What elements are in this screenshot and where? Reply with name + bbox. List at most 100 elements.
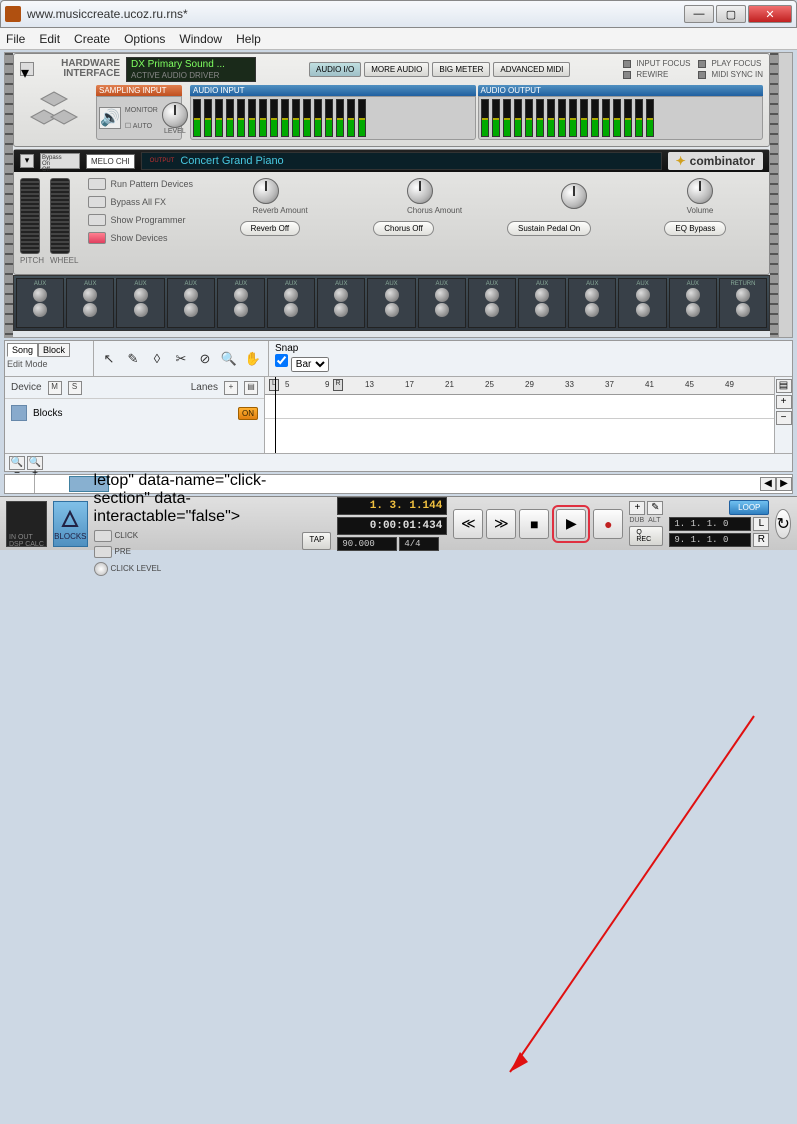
new-overdub-button[interactable]: +: [629, 501, 645, 515]
inspector-toggle[interactable]: ▤: [776, 379, 792, 393]
track-lane[interactable]: [265, 395, 774, 419]
monitor-speaker-icon[interactable]: 🔊: [99, 107, 121, 129]
add-lane-button[interactable]: +: [224, 381, 238, 395]
fold-toggle[interactable]: ▾: [20, 62, 34, 76]
goto-loop-l[interactable]: L: [753, 517, 769, 531]
play-button[interactable]: ▶: [556, 509, 586, 539]
eraser-tool[interactable]: ◊: [148, 350, 166, 368]
menu-options[interactable]: Options: [124, 32, 165, 46]
mixer-channel[interactable]: AUX: [217, 278, 265, 328]
run-pattern-button[interactable]: [88, 178, 106, 190]
snap-checkbox[interactable]: [275, 354, 288, 367]
rewind-button[interactable]: ≪: [453, 509, 483, 539]
reset-automation-button[interactable]: ↻: [775, 509, 791, 539]
mixer-channel[interactable]: AUX: [418, 278, 466, 328]
solo-all-button[interactable]: S: [68, 381, 82, 395]
mixer-channel[interactable]: AUX: [267, 278, 315, 328]
pencil-tool[interactable]: ✎: [124, 350, 142, 368]
tap-tempo-button[interactable]: TAP: [302, 532, 331, 550]
blocks-mode-button[interactable]: BLOCKS: [53, 501, 87, 547]
block-tab[interactable]: Block: [38, 343, 70, 357]
mixer-channel[interactable]: AUX: [367, 278, 415, 328]
mixer-channel[interactable]: AUX: [618, 278, 666, 328]
bypass-fx-button[interactable]: [88, 196, 106, 208]
overview-handle-left[interactable]: [5, 475, 35, 493]
fold-toggle[interactable]: ▾: [20, 154, 34, 168]
time-ruler[interactable]: L R 5913172125293337414549: [265, 377, 774, 395]
mixer-channel[interactable]: AUX: [167, 278, 215, 328]
show-devices-button[interactable]: [88, 232, 106, 244]
zoom-out-v[interactable]: −: [776, 411, 792, 425]
overview-scroll-right[interactable]: ▶: [776, 477, 792, 491]
new-alt-button[interactable]: ✎: [647, 501, 663, 515]
fast-forward-button[interactable]: ≫: [486, 509, 516, 539]
advanced-midi-button[interactable]: ADVANCED MIDI: [493, 62, 570, 77]
record-button[interactable]: ●: [593, 509, 623, 539]
menu-window[interactable]: Window: [179, 32, 222, 46]
signature-display[interactable]: 4/4: [399, 537, 439, 551]
mixer-channel[interactable]: AUX: [317, 278, 365, 328]
level-knob[interactable]: [162, 102, 188, 128]
sustain-pedal-button[interactable]: Sustain Pedal On: [507, 221, 591, 236]
song-tab[interactable]: Song: [7, 343, 38, 357]
volume-knob[interactable]: [687, 178, 713, 204]
snap-select[interactable]: Bar: [291, 357, 329, 372]
track-row-blocks[interactable]: Blocks ON: [5, 399, 264, 427]
razor-tool[interactable]: ✂: [172, 350, 190, 368]
zoom-in-v[interactable]: +: [776, 395, 792, 409]
mixer-channel[interactable]: AUX: [568, 278, 616, 328]
audio-driver-display[interactable]: DX Primary Sound ... ACTIVE AUDIO DRIVER: [126, 57, 256, 82]
chorus-off-button[interactable]: Chorus Off: [373, 221, 434, 236]
goto-loop-r[interactable]: R: [753, 533, 769, 547]
bypass-switch[interactable]: BypassOnOff: [40, 153, 80, 169]
loop-right-marker[interactable]: R: [333, 379, 343, 391]
reverb-off-button[interactable]: Reverb Off: [240, 221, 301, 236]
combinator-lcd[interactable]: OUTPUT Concert Grand Piano: [141, 152, 662, 170]
timeline[interactable]: L R 5913172125293337414549: [265, 377, 774, 453]
menu-create[interactable]: Create: [74, 32, 110, 46]
chorus-amount-knob[interactable]: [407, 178, 433, 204]
click-level-knob[interactable]: [94, 562, 108, 576]
zoom-in-h-button[interactable]: 🔍+: [27, 456, 43, 470]
maximize-button[interactable]: ▢: [716, 5, 746, 23]
pitch-wheel[interactable]: [20, 178, 40, 254]
mixer-channel[interactable]: AUX: [116, 278, 164, 328]
zoom-out-h-button[interactable]: 🔍−: [9, 456, 25, 470]
mixer-channel[interactable]: AUX: [468, 278, 516, 328]
mixer-channel[interactable]: AUX: [16, 278, 64, 328]
big-meter-button[interactable]: BIG METER: [432, 62, 490, 77]
close-button[interactable]: ✕: [748, 5, 792, 23]
loop-left-marker[interactable]: L: [269, 379, 279, 391]
stop-button[interactable]: ■: [519, 509, 549, 539]
pointer-tool[interactable]: ↖: [100, 350, 118, 368]
mixer-channel[interactable]: AUX: [66, 278, 114, 328]
eq-bypass-button[interactable]: EQ Bypass: [664, 221, 726, 236]
mod-wheel[interactable]: [50, 178, 70, 254]
magnify-tool[interactable]: 🔍: [220, 350, 238, 368]
tempo-display[interactable]: 90.000: [337, 537, 397, 551]
audio-io-button[interactable]: AUDIO I/O: [309, 62, 361, 77]
reverb-amount-knob[interactable]: [253, 178, 279, 204]
pre-button[interactable]: [94, 546, 112, 558]
lane-menu-button[interactable]: ▤: [244, 381, 258, 395]
overview-scroll-left[interactable]: ◀: [760, 477, 776, 491]
loop-right-display[interactable]: 9. 1. 1. 0: [669, 533, 751, 547]
mixer-return[interactable]: RETURN: [719, 278, 767, 328]
patch-name-display[interactable]: MELO CHI: [86, 154, 135, 169]
menu-edit[interactable]: Edit: [39, 32, 60, 46]
hand-tool[interactable]: ✋: [244, 350, 262, 368]
rotary3-knob[interactable]: [561, 183, 587, 209]
blocks-on-badge[interactable]: ON: [238, 407, 258, 420]
menu-help[interactable]: Help: [236, 32, 261, 46]
mute-tool[interactable]: ⊘: [196, 350, 214, 368]
dsp-inspector[interactable]: IN OUT DSP CALC: [6, 501, 47, 547]
mixer-channel[interactable]: AUX: [669, 278, 717, 328]
playhead[interactable]: [275, 377, 276, 453]
mixer-channel[interactable]: AUX: [518, 278, 566, 328]
click-button[interactable]: [94, 530, 112, 542]
position-display[interactable]: 1. 3. 1.144: [337, 497, 447, 515]
rack-scrollbar[interactable]: [778, 53, 792, 337]
more-audio-button[interactable]: MORE AUDIO: [364, 62, 429, 77]
time-display[interactable]: 0:00:01:434: [337, 517, 447, 535]
mute-all-button[interactable]: M: [48, 381, 62, 395]
